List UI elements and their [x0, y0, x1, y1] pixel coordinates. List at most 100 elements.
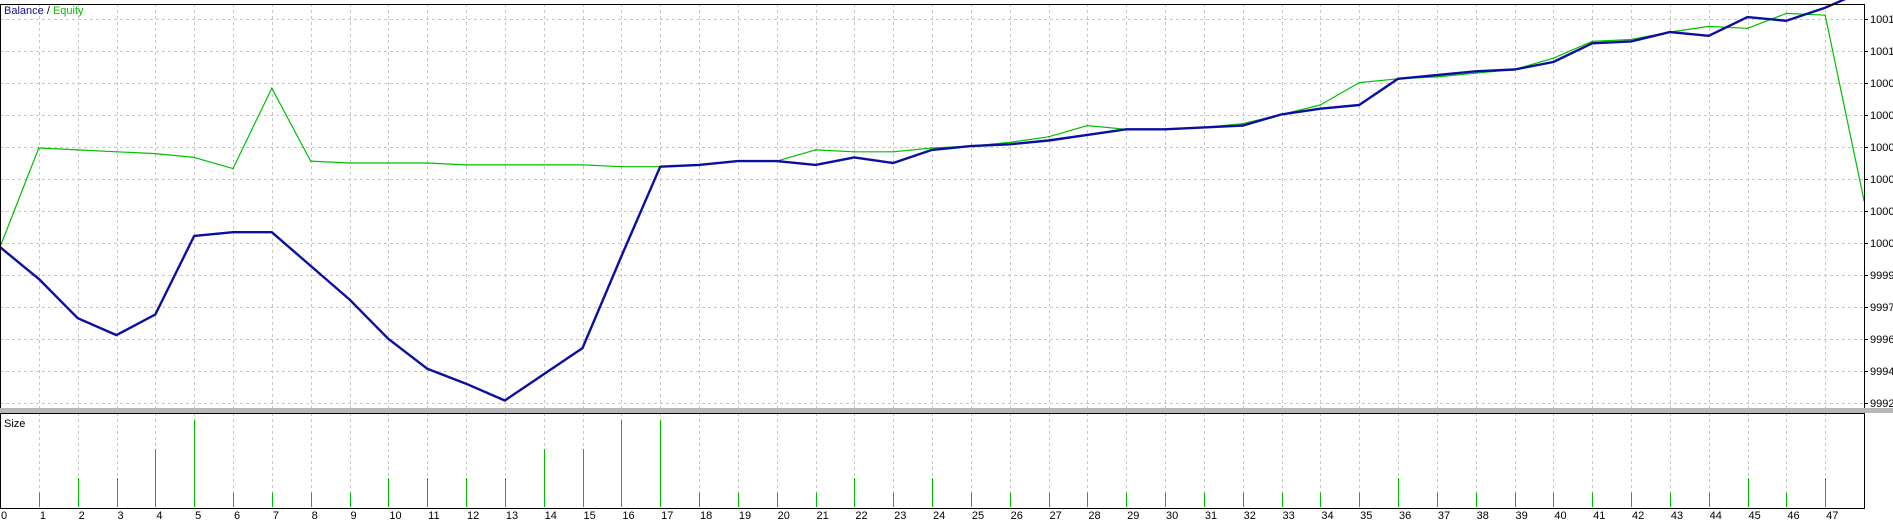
data-point-equity: [387, 162, 390, 164]
data-point-balance: [1241, 124, 1244, 127]
data-point-equity: [1008, 141, 1011, 144]
data-point-balance: [775, 160, 778, 162]
data-point-balance: [1319, 107, 1322, 110]
data-point-balance: [271, 231, 273, 233]
legend-separator: /: [44, 5, 53, 17]
data-point-balance: [309, 265, 312, 267]
x-tick-label: 40: [1554, 510, 1566, 520]
x-tick-label: 41: [1593, 510, 1605, 520]
data-point-balance: [1591, 42, 1593, 45]
x-tick-label: 10: [389, 510, 401, 520]
data-point-equity: [426, 162, 429, 164]
y-tick-label: 9997: [1870, 302, 1893, 314]
data-point-equity: [1086, 124, 1089, 127]
chart-area: 1001310011100091000810006100041000310001…: [0, 0, 1893, 520]
x-tick-label: 26: [1011, 510, 1023, 520]
x-tick-label: 13: [506, 510, 518, 520]
data-point-balance: [542, 373, 545, 376]
legend-balance: Balance: [4, 5, 44, 17]
x-tick-label: 33: [1283, 510, 1295, 520]
data-point-balance: [1746, 16, 1749, 18]
x-tick-label: 16: [622, 510, 634, 520]
data-point-balance: [1707, 35, 1710, 37]
data-point-balance: [1785, 20, 1788, 22]
x-tick-label: 9: [351, 510, 357, 520]
data-point-equity: [1707, 25, 1710, 28]
y-tick-label: 10001: [1870, 238, 1893, 250]
y-tick-label: 10003: [1870, 206, 1893, 218]
x-tick-label: 47: [1826, 510, 1838, 520]
data-point-equity: [309, 160, 312, 162]
x-tick-label: 28: [1088, 510, 1100, 520]
x-tick-label: 15: [584, 510, 596, 520]
data-point-equity: [193, 156, 195, 159]
x-tick-label: 22: [855, 510, 867, 520]
x-tick-label: 19: [739, 510, 751, 520]
data-point-equity: [1785, 12, 1788, 15]
data-point-balance: [1125, 128, 1127, 131]
data-point-balance: [892, 162, 894, 164]
data-point-equity: [1552, 57, 1555, 59]
data-point-balance: [1552, 61, 1555, 63]
data-point-equity: [1319, 104, 1322, 106]
data-point-balance: [1358, 104, 1360, 106]
x-tick-label: 12: [467, 510, 479, 520]
data-point-balance: [193, 235, 195, 237]
data-point-balance: [387, 338, 390, 340]
x-tick-label: 30: [1166, 510, 1178, 520]
data-point-balance: [38, 278, 40, 280]
data-point-balance: [1086, 134, 1089, 136]
data-point-equity: [38, 147, 40, 149]
y-tick-label: 10011: [1870, 46, 1893, 58]
data-point-equity: [931, 147, 933, 149]
data-point-balance: [970, 145, 972, 147]
y-tick-label: 9999: [1870, 270, 1893, 282]
x-tick-label: 25: [972, 510, 984, 520]
data-point-balance: [737, 160, 739, 162]
data-point-equity: [271, 87, 273, 89]
data-point-equity: [1746, 27, 1749, 30]
data-point-balance: [1630, 40, 1632, 43]
data-point-balance: [1436, 74, 1438, 76]
data-point-balance: [76, 317, 79, 320]
legend: Balance / Equity: [4, 5, 84, 17]
data-point-equity: [465, 164, 467, 166]
data-point-balance: [1280, 113, 1283, 116]
data-point-balance: [1824, 6, 1826, 9]
x-tick-label: 5: [195, 510, 201, 520]
x-tick-label: 38: [1477, 510, 1489, 520]
x-tick-label: 17: [661, 510, 673, 520]
x-tick-label: 4: [156, 510, 162, 520]
data-point-balance: [659, 165, 661, 168]
data-point-balance: [1203, 126, 1205, 129]
data-point-balance: [814, 164, 817, 166]
x-tick-label: 42: [1632, 510, 1644, 520]
x-tick-label: 6: [234, 510, 240, 520]
data-point-equity: [814, 149, 817, 151]
chart-background: [0, 0, 1893, 520]
data-point-balance: [115, 334, 118, 336]
x-tick-label: 24: [933, 510, 945, 520]
x-tick-label: 43: [1671, 510, 1683, 520]
data-point-balance: [1008, 143, 1011, 146]
data-point-equity: [1358, 81, 1360, 84]
data-point-balance: [348, 298, 351, 301]
y-tick-label: 10013: [1870, 14, 1893, 26]
data-point-balance: [931, 149, 933, 151]
x-tick-label: 14: [545, 510, 557, 520]
x-tick-label: 2: [79, 510, 85, 520]
data-point-balance: [1669, 31, 1671, 33]
chart-svg: 1001310011100091000810006100041000310001…: [0, 0, 1893, 520]
data-point-balance: [465, 382, 467, 385]
y-tick-label: 10004: [1870, 174, 1893, 186]
data-point-balance: [853, 156, 856, 159]
data-point-balance: [1047, 139, 1050, 142]
data-point-balance: [1513, 68, 1516, 71]
x-tick-label: 31: [1205, 510, 1217, 520]
panel-separator[interactable]: [0, 408, 1893, 413]
y-tick-label: 10009: [1870, 78, 1893, 90]
data-point-balance: [581, 347, 584, 349]
data-point-balance: [232, 231, 234, 233]
x-tick-label: 46: [1787, 510, 1799, 520]
data-point-balance: [154, 313, 157, 316]
